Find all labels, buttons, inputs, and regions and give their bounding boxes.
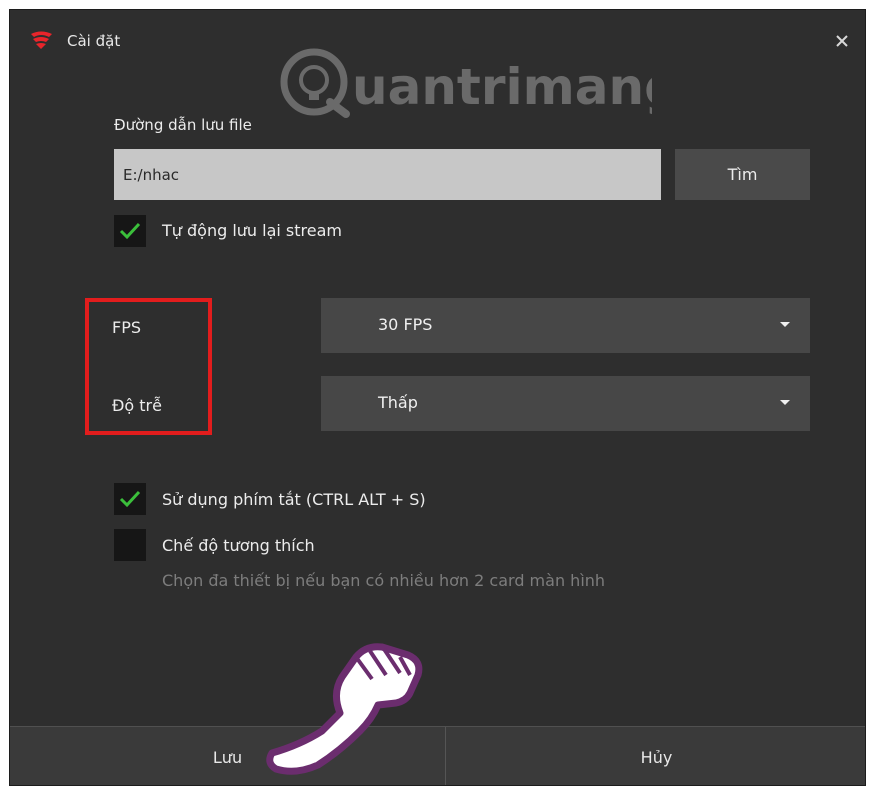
- close-button[interactable]: [829, 28, 855, 54]
- latency-select[interactable]: Thấp: [321, 376, 810, 431]
- latency-selected-value: Thấp: [378, 393, 418, 412]
- auto-save-label: Tự động lưu lại stream: [162, 221, 342, 240]
- close-icon: [836, 35, 848, 47]
- checkmark-icon: [119, 490, 141, 508]
- caret-down-icon: [780, 322, 790, 327]
- window-title: Cài đặt: [67, 32, 121, 50]
- save-path-input[interactable]: [114, 149, 661, 200]
- hotkey-label: Sử dụng phím tắt (CTRL ALT + S): [162, 490, 426, 509]
- fps-select[interactable]: 30 FPS: [321, 298, 810, 353]
- garena-logo-icon: [31, 31, 52, 49]
- checkmark-icon: [119, 222, 141, 240]
- fps-selected-value: 30 FPS: [378, 315, 433, 334]
- title-bar: Cài đặt: [10, 10, 865, 68]
- save-path-label: Đường dẫn lưu file: [114, 116, 252, 134]
- compat-hint: Chọn đa thiết bị nếu bạn có nhiều hơn 2 …: [162, 571, 606, 590]
- auto-save-checkbox[interactable]: [114, 215, 146, 247]
- compat-checkbox[interactable]: [114, 529, 146, 561]
- cancel-button[interactable]: Hủy: [446, 727, 865, 785]
- hotkey-checkbox[interactable]: [114, 483, 146, 515]
- caret-down-icon: [780, 400, 790, 405]
- highlight-annotation: [85, 298, 212, 435]
- browse-button[interactable]: Tìm: [675, 149, 810, 200]
- footer-bar: Lưu Hủy: [10, 726, 865, 785]
- settings-dialog: Cài đặt uantrimang Đường dẫn lưu file Tì…: [9, 9, 866, 786]
- compat-label: Chế độ tương thích: [162, 536, 315, 555]
- save-button[interactable]: Lưu: [10, 727, 445, 785]
